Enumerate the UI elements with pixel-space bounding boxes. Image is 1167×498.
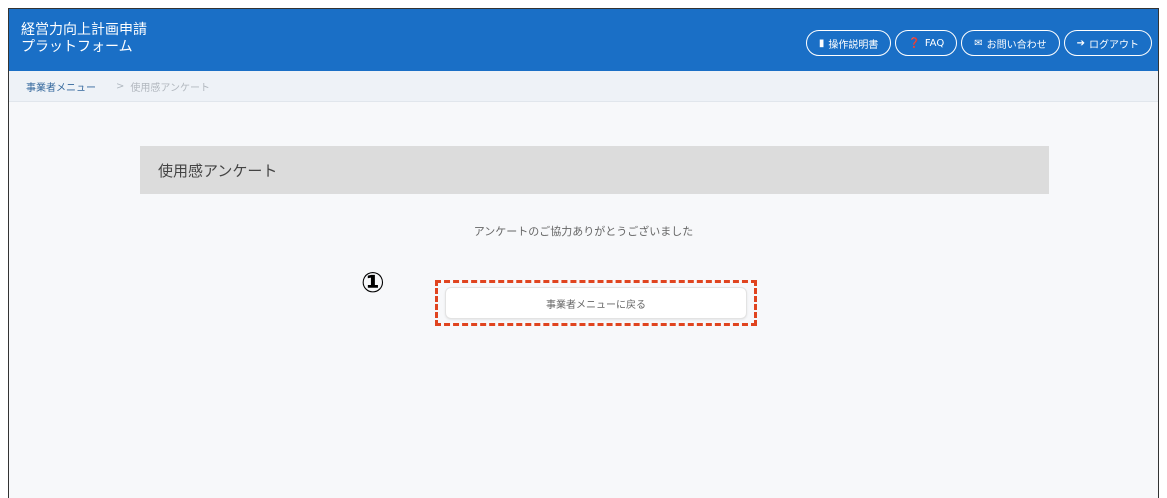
faq-button-label: FAQ bbox=[924, 37, 945, 49]
question-icon: ❓ bbox=[908, 37, 921, 49]
breadcrumb: 事業者メニュー > 使用感アンケート bbox=[9, 71, 1158, 102]
brand-logo[interactable]: 経営力向上計画申請 プラットフォーム bbox=[21, 22, 147, 56]
app-frame: 経営力向上計画申請 プラットフォーム ▮ 操作説明書 ❓ FAQ ✉ お問い合わ… bbox=[8, 8, 1159, 498]
contact-button-label: お問い合わせ bbox=[986, 39, 1047, 51]
page-title: 使用感アンケート bbox=[140, 146, 1049, 194]
step-marker: ① bbox=[361, 266, 385, 299]
brand-line-1: 経営力向上計画申請 bbox=[21, 22, 147, 38]
faq-button[interactable]: ❓ FAQ bbox=[895, 30, 958, 56]
contact-button[interactable]: ✉ お問い合わせ bbox=[961, 30, 1060, 56]
logout-button[interactable]: ➔ ログアウト bbox=[1063, 30, 1152, 56]
breadcrumb-separator: > bbox=[116, 80, 125, 92]
back-to-menu-button[interactable]: 事業者メニューに戻る bbox=[445, 287, 747, 319]
breadcrumb-home-link[interactable]: 事業者メニュー bbox=[26, 79, 96, 94]
header-bar: 経営力向上計画申請 プラットフォーム ▮ 操作説明書 ❓ FAQ ✉ お問い合わ… bbox=[9, 9, 1158, 71]
brand-line-2: プラットフォーム bbox=[21, 39, 133, 55]
breadcrumb-current: 使用感アンケート bbox=[130, 82, 210, 94]
manual-button[interactable]: ▮ 操作説明書 bbox=[805, 30, 892, 56]
thanks-message: アンケートのご協力ありがとうございました bbox=[473, 225, 694, 238]
logout-icon: ➔ bbox=[1076, 37, 1085, 49]
book-icon: ▮ bbox=[818, 37, 825, 49]
header-buttons: ▮ 操作説明書 ❓ FAQ ✉ お問い合わせ ➔ ログアウト bbox=[805, 30, 1152, 56]
mail-icon: ✉ bbox=[974, 37, 983, 49]
manual-button-label: 操作説明書 bbox=[828, 39, 879, 51]
logout-button-label: ログアウト bbox=[1089, 39, 1139, 51]
